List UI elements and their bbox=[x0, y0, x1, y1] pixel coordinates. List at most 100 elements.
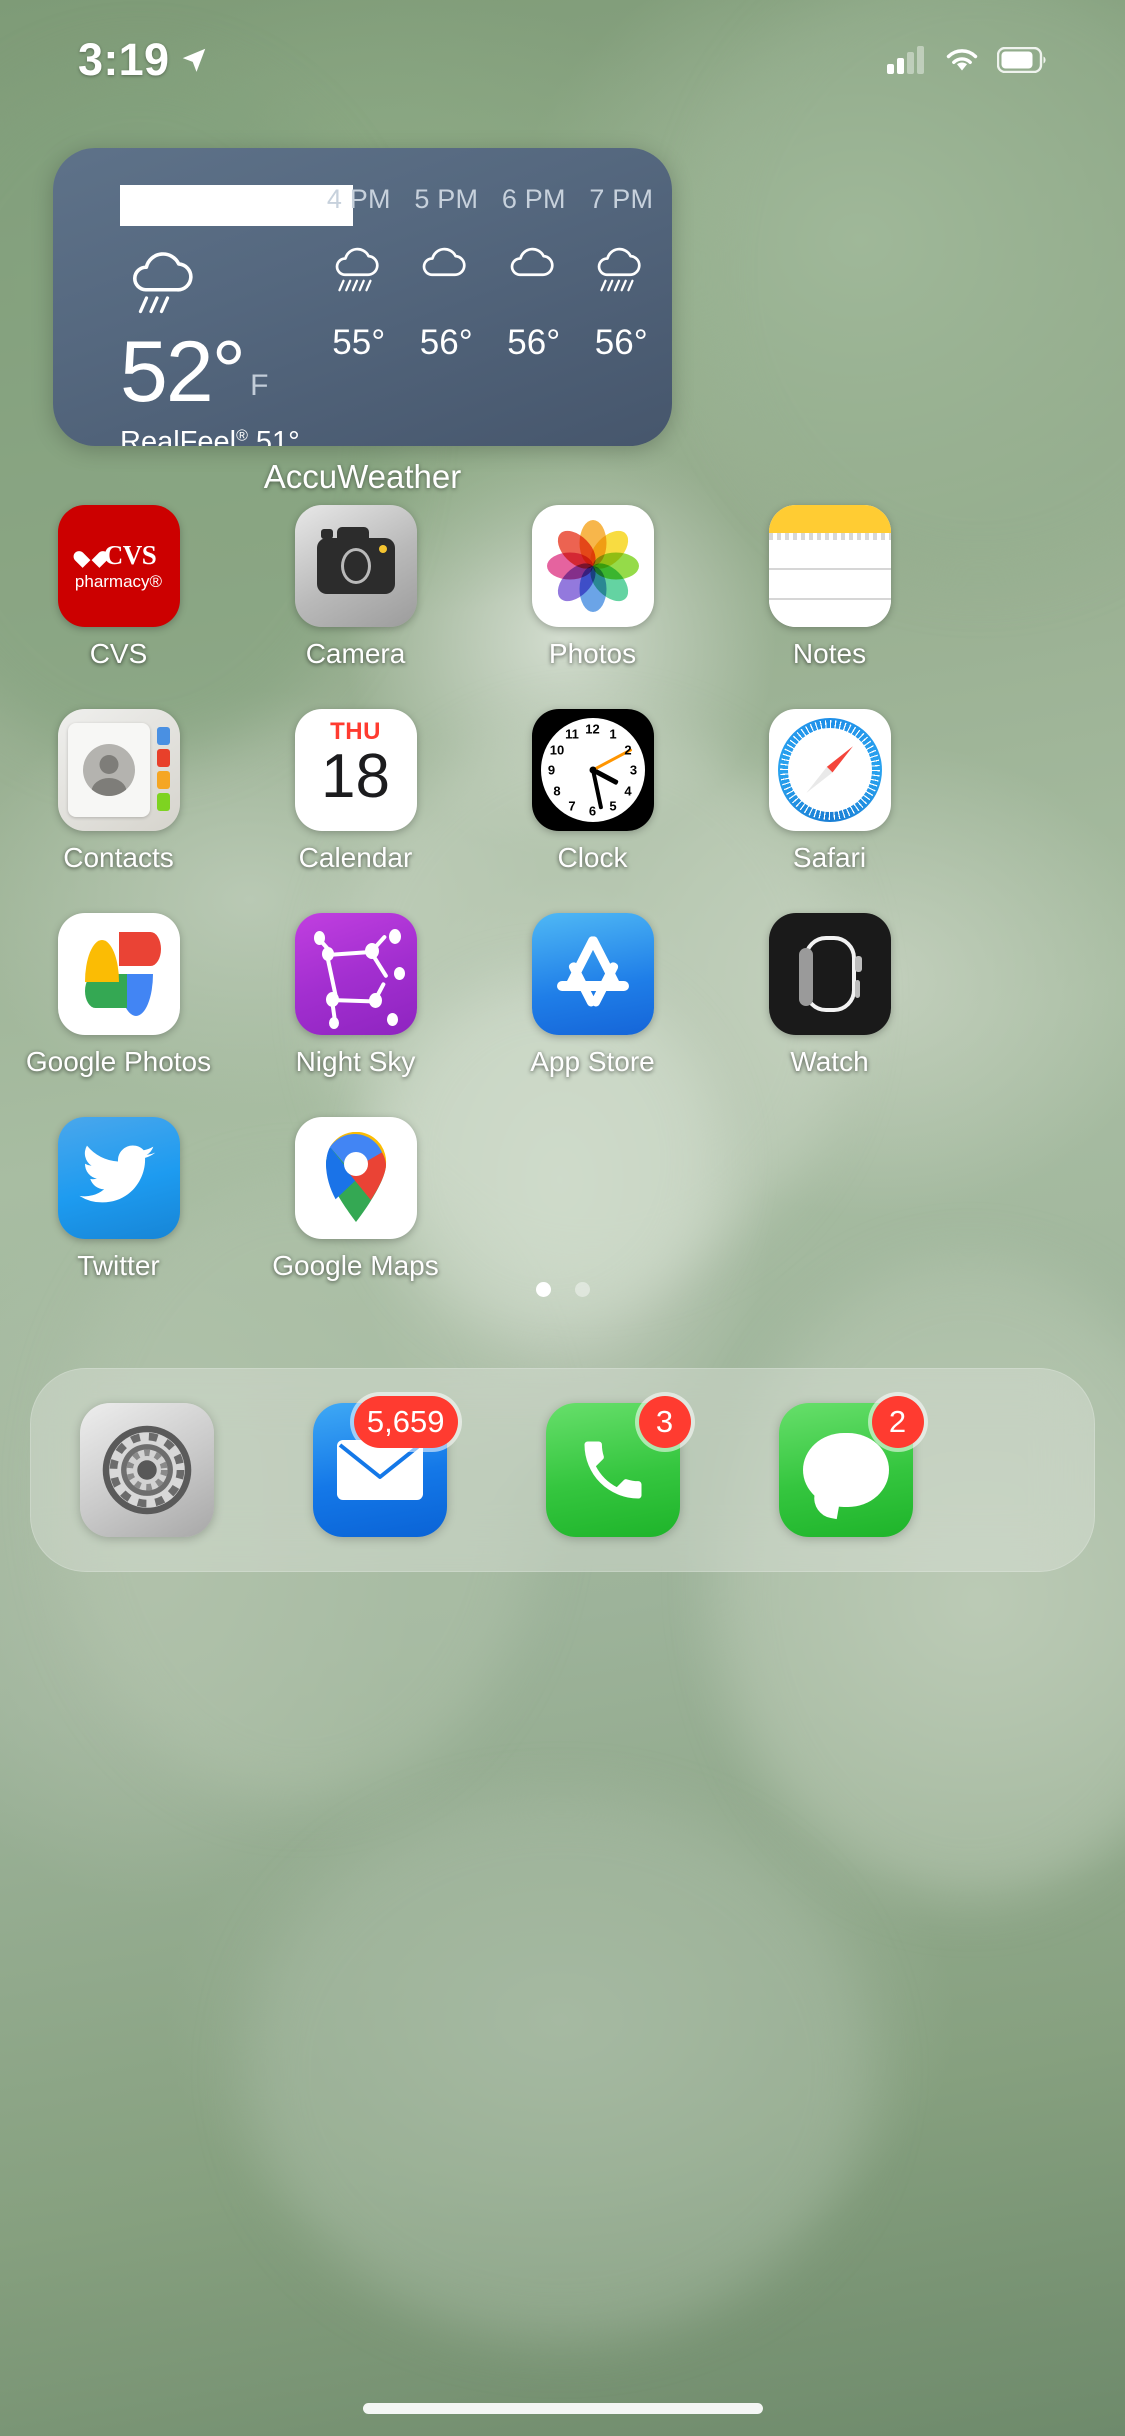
app-cell-photos[interactable]: Photos bbox=[509, 505, 677, 670]
app-row: CVS pharmacy® CVS Camera Photos Notes bbox=[0, 505, 1125, 670]
cvs-pharmacy-icon[interactable]: CVS pharmacy® bbox=[57, 505, 180, 627]
app-label: Google Maps bbox=[272, 1250, 439, 1281]
clock-numeral: 10 bbox=[549, 742, 565, 757]
home-indicator[interactable] bbox=[362, 2403, 763, 2414]
cvs-subtext: pharmacy® bbox=[74, 572, 163, 591]
app-label: Night Sky bbox=[295, 1046, 416, 1077]
app-store-icon[interactable] bbox=[531, 913, 654, 1035]
hourly-item[interactable]: 4 PM 55° bbox=[315, 172, 403, 424]
app-cell-calendar[interactable]: THU 18 Calendar bbox=[272, 709, 440, 874]
app-cell-safari[interactable]: Safari bbox=[746, 709, 914, 874]
status-bar-left: 3:19 bbox=[78, 34, 209, 86]
realfeel-value: 51° bbox=[255, 426, 300, 446]
page-dot-2[interactable] bbox=[574, 1282, 590, 1297]
dock-cell-settings[interactable] bbox=[63, 1403, 231, 1537]
clock-numeral: 3 bbox=[629, 762, 638, 778]
badge-count: 3 bbox=[638, 1396, 691, 1448]
hourly-item[interactable]: 5 PM 56° bbox=[403, 172, 491, 424]
clock-numeral: 2 bbox=[624, 742, 632, 757]
battery-icon bbox=[997, 47, 1046, 73]
google-maps-pin-icon[interactable] bbox=[294, 1117, 417, 1239]
heart-icon bbox=[81, 547, 101, 565]
hour-icon bbox=[503, 241, 565, 315]
app-cell-clock[interactable]: 12 1 2 3 4 5 6 7 8 9 10 11 Clock bbox=[509, 709, 677, 874]
app-label: Clock bbox=[557, 842, 628, 873]
status-bar-clock: 3:19 bbox=[78, 34, 170, 85]
page-dot-1[interactable] bbox=[535, 1282, 551, 1297]
hour-time: 6 PM bbox=[501, 184, 566, 214]
clock-numeral: 9 bbox=[547, 762, 556, 778]
app-cell-notes[interactable]: Notes bbox=[746, 505, 914, 670]
app-cell-cvs[interactable]: CVS pharmacy® CVS bbox=[35, 505, 203, 670]
app-label: App Store bbox=[530, 1046, 655, 1077]
contacts-icon[interactable] bbox=[57, 709, 180, 831]
dock-cell-mail[interactable]: 5,659 bbox=[296, 1396, 464, 1537]
wifi-icon bbox=[946, 49, 978, 71]
app-cell-watch[interactable]: Watch bbox=[746, 913, 914, 1078]
rain-cloud-icon bbox=[335, 247, 379, 292]
dock-cell-phone[interactable]: 3 bbox=[529, 1396, 697, 1537]
clock-numeral: 1 bbox=[609, 726, 617, 742]
clock-numeral: 12 bbox=[585, 721, 600, 737]
photos-icon[interactable] bbox=[531, 505, 654, 627]
app-cell-twitter[interactable]: Twitter bbox=[35, 1117, 203, 1282]
calendar-day: 18 bbox=[321, 742, 390, 811]
apple-watch-icon[interactable] bbox=[768, 913, 891, 1035]
badge-count: 2 bbox=[871, 1396, 924, 1448]
hourly-item[interactable]: 6 PM 56° bbox=[490, 172, 578, 424]
hourly-item[interactable]: 7 PM 56° bbox=[578, 172, 666, 424]
temperature-unit: F bbox=[250, 369, 269, 402]
rain-cloud-icon bbox=[597, 247, 641, 292]
app-label: Twitter bbox=[77, 1250, 160, 1281]
page-dots[interactable] bbox=[0, 1282, 1125, 1297]
app-cell-contacts[interactable]: Contacts bbox=[35, 709, 203, 874]
app-label: Photos bbox=[548, 638, 637, 669]
cloud-icon bbox=[422, 247, 466, 277]
widget-app-label: AccuWeather bbox=[263, 458, 462, 495]
clock-numeral: 6 bbox=[588, 803, 597, 819]
gear-glyph bbox=[102, 1425, 191, 1515]
app-cell-empty bbox=[746, 1117, 914, 1282]
camera-icon[interactable] bbox=[294, 505, 417, 627]
clock-icon[interactable]: 12 1 2 3 4 5 6 7 8 9 10 11 bbox=[531, 709, 654, 831]
app-cell-app-store[interactable]: App Store bbox=[509, 913, 677, 1078]
app-label: Contacts bbox=[63, 842, 174, 873]
status-bar: 3:19 bbox=[0, 0, 1125, 120]
dock: 5,659 3 2 bbox=[30, 1368, 1095, 1572]
realfeel-label: RealFeel bbox=[120, 426, 237, 446]
realfeel-row: RealFeel® 51° bbox=[120, 426, 360, 446]
app-label: Safari bbox=[792, 842, 867, 873]
hour-icon bbox=[328, 241, 390, 315]
app-cell-camera[interactable]: Camera bbox=[272, 505, 440, 670]
app-cell-google-maps[interactable]: Google Maps bbox=[272, 1117, 440, 1282]
location-arrow-icon bbox=[183, 48, 206, 72]
app-label: Camera bbox=[305, 638, 406, 669]
mail-envelope-icon[interactable]: 5,659 bbox=[312, 1396, 458, 1537]
app-cell-night-sky[interactable]: Night Sky bbox=[272, 913, 440, 1078]
twitter-bird-icon[interactable] bbox=[57, 1117, 180, 1239]
app-row: Twitter Google Maps bbox=[0, 1117, 1125, 1282]
app-row: Google Photos Night Sky App Store Watch bbox=[0, 913, 1125, 1078]
dock-cell-messages[interactable]: 2 bbox=[762, 1396, 930, 1537]
hour-temperature: 56° bbox=[419, 323, 473, 362]
cellular-bars-icon bbox=[887, 46, 924, 74]
notes-icon[interactable] bbox=[768, 505, 891, 627]
safari-icon[interactable] bbox=[768, 709, 891, 831]
realfeel-trademark: ® bbox=[236, 427, 248, 445]
badge-count: 5,659 bbox=[353, 1396, 458, 1448]
cvs-wordmark: CVS bbox=[103, 540, 157, 570]
settings-gear-icon[interactable] bbox=[79, 1403, 214, 1537]
app-cell-google-photos[interactable]: Google Photos bbox=[26, 913, 211, 1078]
hour-icon bbox=[415, 241, 477, 315]
hour-temperature: 55° bbox=[332, 323, 386, 362]
phone-handset-icon[interactable]: 3 bbox=[545, 1396, 691, 1537]
google-photos-icon[interactable] bbox=[57, 913, 180, 1035]
calendar-icon[interactable]: THU 18 bbox=[294, 709, 417, 831]
clock-numeral: 4 bbox=[624, 783, 632, 798]
messages-bubble-icon[interactable]: 2 bbox=[778, 1396, 924, 1537]
app-grid: CVS pharmacy® CVS Camera Photos Notes Co… bbox=[0, 505, 1125, 1282]
hourly-forecast: 4 PM 55° 5 PM 56° 6 PM 56° 7 PM 56° bbox=[315, 172, 665, 424]
accuweather-widget[interactable]: 52° F RealFeel® 51° 4 PM 55° 5 PM 56° 6 … bbox=[53, 148, 672, 446]
hour-time: 4 PM bbox=[326, 184, 391, 214]
night-sky-icon[interactable] bbox=[294, 913, 417, 1035]
